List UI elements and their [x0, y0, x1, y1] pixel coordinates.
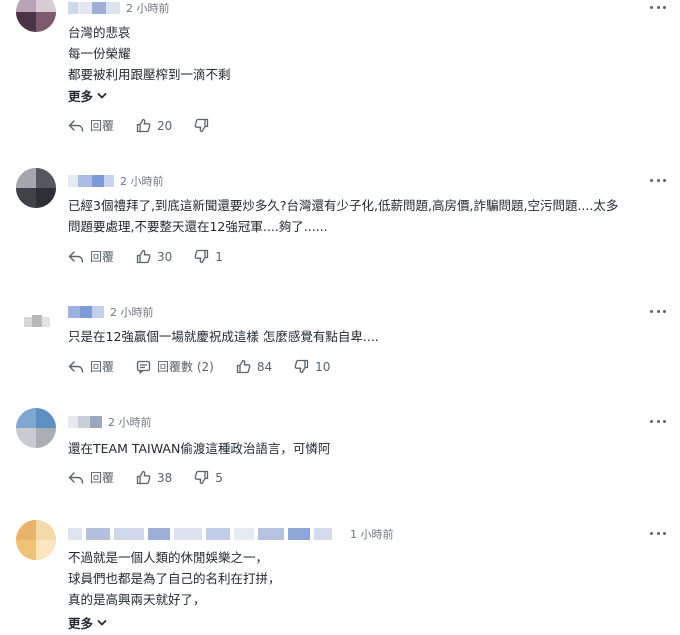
comment-meta: 2 小時前: [68, 414, 152, 430]
like-count: 20: [157, 118, 173, 133]
comment-body: 不過就是一個人類的休閒娛樂之一， 球員們也都是為了自己的名利在打拼， 真的是高興…: [68, 550, 281, 607]
dislike-button[interactable]: 5: [194, 470, 223, 485]
more-label: 更多: [68, 616, 94, 631]
chevron-down-icon: [97, 92, 107, 98]
avatar[interactable]: [16, 520, 56, 560]
thumbs-down-icon: [194, 470, 209, 485]
comment-body: 只是在12強贏個一場就慶祝成這樣 怎麼感覺有點自卑....: [68, 329, 379, 344]
avatar[interactable]: [16, 408, 56, 448]
more-button[interactable]: 更多: [68, 613, 107, 632]
reply-label: 回覆: [90, 250, 115, 264]
comment-meta: 1 小時前: [68, 526, 394, 542]
username-blurred[interactable]: [68, 416, 102, 428]
comment-actions: 回覆 回覆數 (2) 84 10: [68, 358, 352, 375]
thumbs-down-icon: [294, 359, 309, 374]
chevron-down-icon: [97, 619, 107, 625]
like-button[interactable]: 30: [136, 249, 172, 264]
kebab-menu-icon[interactable]: [650, 308, 666, 314]
reply-button[interactable]: 回覆: [68, 248, 114, 265]
comment-actions: 回覆 20: [68, 117, 237, 134]
comment-timestamp: 2 小時前: [108, 416, 152, 429]
replies-icon: [136, 360, 151, 374]
comment-actions: 回覆 38 5: [68, 469, 245, 486]
comment-timestamp: 1 小時前: [350, 528, 394, 541]
comment-body: 已經3個禮拜了,到底這新聞還要炒多久?台灣還有少子化,低薪問題,高房價,詐騙問題…: [68, 198, 619, 234]
thumbs-down-icon: [194, 118, 209, 133]
dislike-count: 1: [215, 249, 223, 264]
reply-arrow-icon: [68, 250, 84, 263]
reply-arrow-icon: [68, 360, 84, 373]
avatar[interactable]: [16, 0, 56, 32]
like-button[interactable]: 38: [136, 470, 172, 485]
kebab-menu-icon[interactable]: [650, 4, 666, 10]
reply-count-label: 回覆數 (2): [157, 360, 214, 374]
thumbs-up-icon: [136, 249, 151, 264]
comment-timestamp: 2 小時前: [110, 306, 154, 319]
comment-body: 還在TEAM TAIWAN偷渡這種政治語言，可憐阿: [68, 441, 331, 456]
comment-timestamp: 2 小時前: [120, 175, 164, 188]
more-label: 更多: [68, 89, 94, 104]
reply-count-button[interactable]: 回覆數 (2): [136, 358, 214, 375]
kebab-menu-icon[interactable]: [650, 418, 666, 424]
reply-arrow-icon: [68, 471, 84, 484]
comment-meta: 2 小時前: [68, 304, 154, 320]
like-count: 30: [157, 249, 173, 264]
thumbs-down-icon: [194, 249, 209, 264]
comment-actions: 回覆 30 1: [68, 248, 245, 265]
comment-body: 台灣的悲哀 每一份榮耀 都要被利用跟壓榨到一滴不剩: [68, 25, 231, 82]
dislike-count: 10: [315, 359, 331, 374]
reply-label: 回覆: [90, 119, 115, 133]
reply-label: 回覆: [90, 471, 115, 485]
like-button[interactable]: 20: [136, 118, 172, 133]
reply-arrow-icon: [68, 119, 84, 132]
comment-timestamp: 2 小時前: [126, 2, 170, 15]
dislike-button[interactable]: 10: [294, 359, 330, 374]
like-count: 84: [256, 359, 273, 374]
reply-button[interactable]: 回覆: [68, 358, 114, 375]
comment-meta: 2 小時前: [68, 173, 164, 189]
thumbs-up-icon: [236, 359, 251, 374]
avatar[interactable]: [16, 168, 56, 208]
thumbs-up-icon: [136, 470, 151, 485]
dislike-button[interactable]: 1: [194, 249, 223, 264]
more-button[interactable]: 更多: [68, 86, 107, 105]
like-count: 38: [157, 470, 173, 485]
username-blurred[interactable]: [68, 528, 332, 540]
like-button[interactable]: 84: [236, 359, 272, 374]
reply-label: 回覆: [90, 360, 115, 374]
username-blurred[interactable]: [68, 306, 104, 318]
reply-button[interactable]: 回覆: [68, 469, 114, 486]
dislike-button[interactable]: [194, 118, 215, 133]
reply-button[interactable]: 回覆: [68, 117, 114, 134]
dislike-count: 5: [215, 470, 223, 485]
username-blurred[interactable]: [68, 175, 114, 187]
username-blurred[interactable]: [68, 2, 120, 14]
kebab-menu-icon[interactable]: [650, 177, 666, 183]
comment-meta: 2 小時前: [68, 0, 170, 16]
avatar[interactable]: [16, 303, 56, 343]
kebab-menu-icon[interactable]: [650, 530, 666, 536]
thumbs-up-icon: [136, 118, 151, 133]
